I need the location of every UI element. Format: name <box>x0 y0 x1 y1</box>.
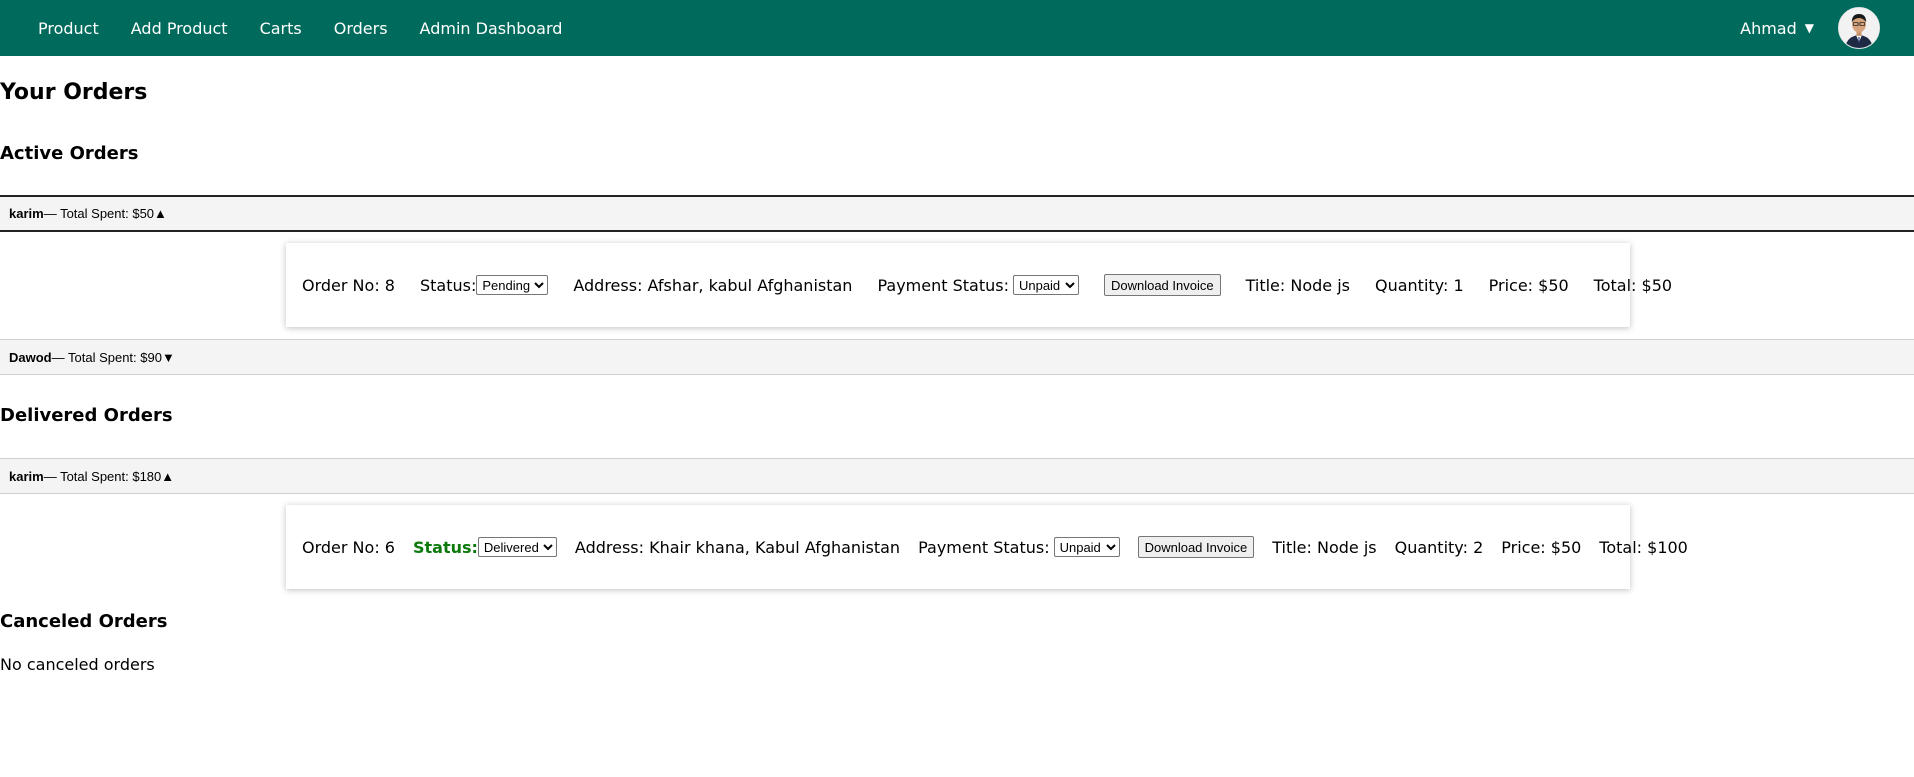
customer-total-spent: — Total Spent: $50 <box>43 206 155 221</box>
customer-toggle-dawod-active[interactable]: Dawod — Total Spent: $90 ▼ <box>0 339 1914 375</box>
order-price: Price: $50 <box>1501 537 1582 557</box>
active-orders-heading: Active Orders <box>0 143 139 164</box>
payment-status-label: Payment Status: <box>877 275 1009 295</box>
status-label: Status: <box>412 537 478 557</box>
customer-total-spent: — Total Spent: $180 <box>43 468 162 484</box>
caret-down-icon: ▼ <box>1804 21 1814 35</box>
nav-links: Product Add Product Carts Orders Admin D… <box>38 19 594 38</box>
page-title: Your Orders <box>0 80 148 105</box>
order-quantity: Quantity: 1 <box>1374 275 1464 295</box>
customer-name: Dawod <box>9 349 52 365</box>
order-total: Total: $50 <box>1593 275 1673 295</box>
payment-status-select[interactable]: Unpaid <box>1012 275 1079 295</box>
delivered-orders-heading: Delivered Orders <box>0 405 173 426</box>
payment-status-select[interactable]: Unpaid <box>1053 537 1120 557</box>
order-title: Title: Node js <box>1272 537 1377 557</box>
order-title: Title: Node js <box>1245 275 1350 295</box>
nav-link-product[interactable]: Product <box>38 19 99 38</box>
nav-link-orders[interactable]: Orders <box>334 19 388 38</box>
nav-right: Ahmad ▼ <box>1740 7 1880 49</box>
order-card: Order No: 8 Status: Pending Address: Afs… <box>286 243 1672 327</box>
order-address: Address: Afshar, kabul Afghanistan <box>573 275 853 295</box>
user-menu-dropdown[interactable]: Ahmad ▼ <box>1740 19 1814 38</box>
customer-total-spent: — Total Spent: $90 <box>51 349 162 365</box>
customer-name: karim <box>9 468 44 484</box>
order-quantity: Quantity: 2 <box>1394 537 1484 557</box>
canceled-orders-heading: Canceled Orders <box>0 611 168 632</box>
nav-link-carts[interactable]: Carts <box>260 19 302 38</box>
customer-name: karim <box>9 206 44 221</box>
status-select[interactable]: Delivered <box>477 537 557 557</box>
nav-link-admin-dashboard[interactable]: Admin Dashboard <box>420 19 563 38</box>
status-label: Status: <box>419 275 477 295</box>
order-number: Order No: 8 <box>302 275 395 295</box>
order-number: Order No: 6 <box>302 537 395 557</box>
nav-link-add-product[interactable]: Add Product <box>131 19 228 38</box>
customer-toggle-karim-active[interactable]: karim — Total Spent: $50 ▲ <box>0 195 1914 232</box>
user-avatar-icon <box>1839 8 1879 48</box>
customer-toggle-karim-delivered[interactable]: karim — Total Spent: $180 ▲ <box>0 458 1914 494</box>
status-select[interactable]: Pending <box>476 275 549 295</box>
top-navbar: Product Add Product Carts Orders Admin D… <box>0 0 1914 56</box>
payment-status-label: Payment Status: <box>918 537 1050 557</box>
order-card: Order No: 6 Status: Delivered Address: K… <box>286 505 1688 589</box>
download-invoice-button[interactable]: Download Invoice <box>1137 536 1255 558</box>
no-canceled-orders-text: No canceled orders <box>0 655 155 674</box>
order-address: Address: Khair khana, Kabul Afghanistan <box>574 537 901 557</box>
collapse-arrow-icon: ▲ <box>154 206 167 221</box>
expand-arrow-icon: ▼ <box>161 349 175 365</box>
order-total: Total: $100 <box>1599 537 1688 557</box>
download-invoice-button[interactable]: Download Invoice <box>1103 274 1221 296</box>
collapse-arrow-icon: ▲ <box>161 468 175 484</box>
user-name: Ahmad <box>1740 18 1797 38</box>
avatar[interactable] <box>1838 7 1880 49</box>
order-price: Price: $50 <box>1488 275 1569 295</box>
